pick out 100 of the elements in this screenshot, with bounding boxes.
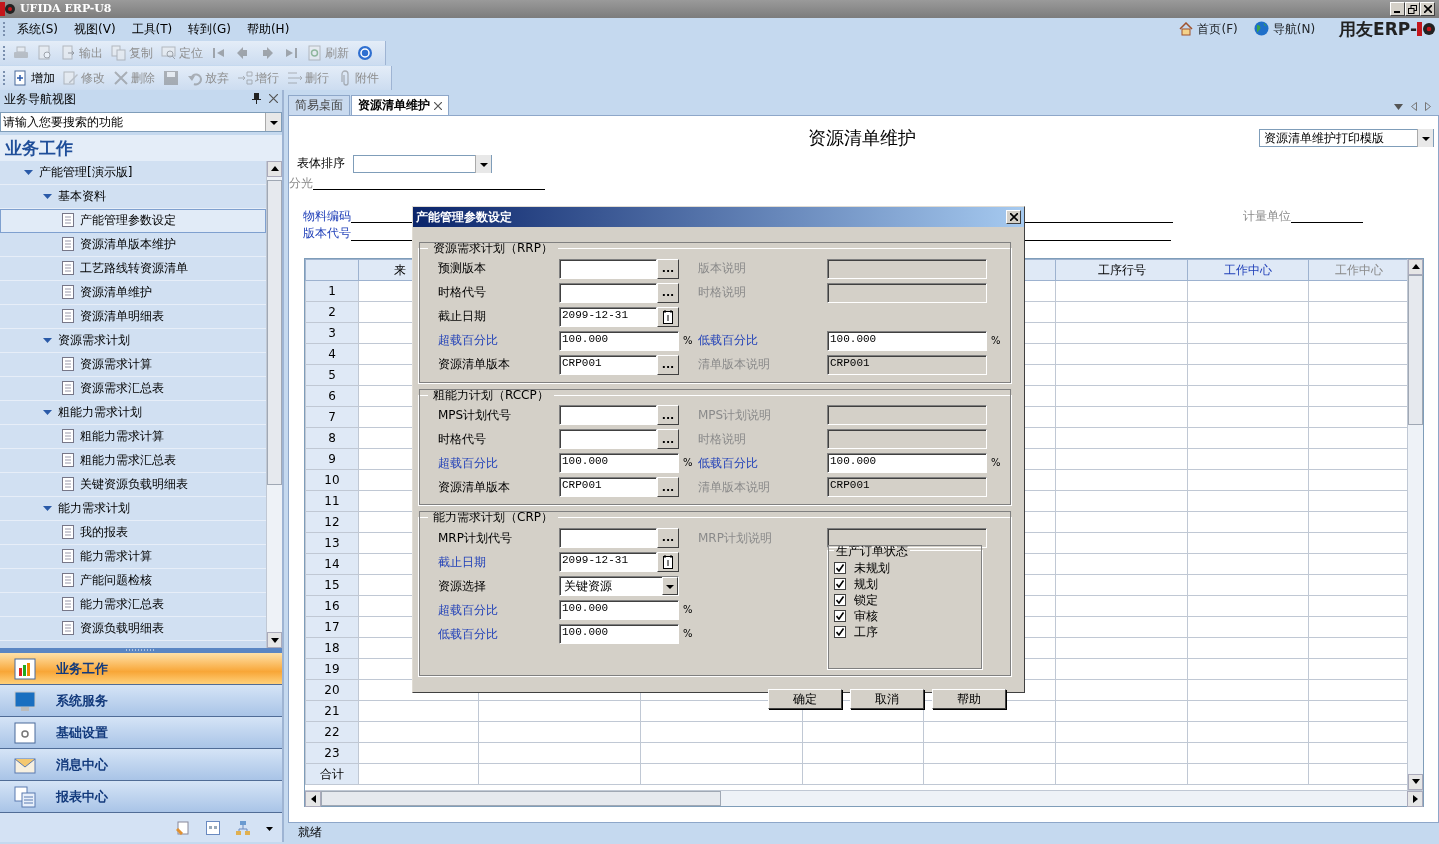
tree-item[interactable]: 我的报表 <box>0 520 266 545</box>
tree-item[interactable]: 粗能力需求计划 <box>0 400 266 425</box>
tree-item[interactable]: 基本资料 <box>0 184 266 209</box>
lookup-button[interactable]: ... <box>657 429 679 450</box>
tree-item[interactable]: 产能管理[演示版] <box>0 160 266 185</box>
input-field[interactable]: 100.000 <box>827 453 987 474</box>
field-label: 超载百分比 <box>438 602 498 617</box>
readonly-field: CRP001 <box>827 354 987 375</box>
calendar-button[interactable] <box>657 306 679 327</box>
dropdown-field[interactable]: 关键资源 <box>559 575 679 596</box>
tree-item[interactable]: 资源清单版本维护 <box>0 232 266 257</box>
tree-item[interactable]: 资源需求计划 <box>0 328 266 353</box>
dialog-button[interactable]: 确定 <box>768 688 842 709</box>
input-field[interactable] <box>559 429 657 450</box>
tree-toggle-icon[interactable] <box>24 167 33 177</box>
print-template-select[interactable]: 资源清单维护打印模版 <box>1259 128 1434 147</box>
input-field[interactable]: 100.000 <box>559 453 679 474</box>
menu-item[interactable]: 工具(T) <box>123 21 181 37</box>
header-link[interactable]: 首页(F) <box>1179 21 1238 37</box>
close-icon[interactable] <box>434 101 442 110</box>
nav-section-button[interactable]: 报表中心 <box>0 781 282 814</box>
tree-toggle-icon[interactable] <box>43 191 52 201</box>
tab[interactable]: 资源清单维护 <box>351 95 449 115</box>
header-link[interactable]: 导航(N) <box>1253 21 1316 37</box>
checkbox[interactable] <box>834 626 846 639</box>
field-label: 表体排序 <box>297 156 345 171</box>
input-field[interactable]: 2099-12-31 <box>559 551 657 572</box>
tree-toggle-icon[interactable] <box>43 407 52 417</box>
grid-icon[interactable] <box>206 820 220 835</box>
checkbox[interactable] <box>834 578 846 591</box>
input-field[interactable] <box>559 282 657 303</box>
close-icon[interactable] <box>269 94 278 104</box>
input-field[interactable]: 100.000 <box>559 599 679 620</box>
note-icon[interactable] <box>176 820 190 835</box>
status-text: 就绪 <box>298 825 322 840</box>
scrollbar[interactable] <box>266 160 282 649</box>
restore-icon <box>1408 4 1417 14</box>
lookup-button[interactable]: ... <box>657 527 679 548</box>
menu-item[interactable]: 视图(V) <box>66 21 124 37</box>
minimize-button[interactable] <box>1390 2 1405 16</box>
input-field[interactable] <box>559 405 657 426</box>
checkbox[interactable] <box>834 610 846 623</box>
calendar-button[interactable] <box>657 551 679 572</box>
close-button[interactable] <box>1006 210 1021 224</box>
tree-item[interactable]: 产能管理参数设定 <box>0 208 266 233</box>
dialog-button[interactable]: 取消 <box>850 688 924 709</box>
menu-item[interactable]: 转到(G) <box>180 21 239 37</box>
tree-toggle-icon[interactable] <box>43 335 52 345</box>
tree-toggle-icon[interactable] <box>43 503 52 513</box>
input-field[interactable]: 100.000 <box>827 330 987 351</box>
tree-item[interactable]: 粗能力需求计算 <box>0 424 266 449</box>
menu-item[interactable]: 帮助(H) <box>238 21 298 37</box>
scrollbar[interactable] <box>305 789 1423 806</box>
input-field[interactable]: 100.000 <box>559 330 679 351</box>
dropdown-button[interactable] <box>265 112 281 131</box>
tab[interactable]: 简易桌面 <box>288 95 350 115</box>
tree-item[interactable]: 工艺路线转资源清单 <box>0 256 266 281</box>
row-number: 4 <box>328 346 336 361</box>
tree-item[interactable]: 关键资源负载明细表 <box>0 472 266 497</box>
lookup-button[interactable]: ... <box>657 477 679 498</box>
report-icon <box>14 785 36 808</box>
tree-item[interactable]: 能力需求汇总表 <box>0 592 266 617</box>
lookup-button[interactable]: ... <box>657 405 679 426</box>
tree-item[interactable]: 产能问题检核 <box>0 568 266 593</box>
tree-item[interactable]: 能力需求计划 <box>0 496 266 521</box>
scroll-right-icon[interactable] <box>1425 102 1431 111</box>
dialog-button[interactable]: 帮助 <box>932 688 1006 709</box>
tree-item[interactable]: 粗能力需求汇总表 <box>0 448 266 473</box>
input-field[interactable]: 2099-12-31 <box>559 306 657 327</box>
nav-section-button[interactable]: 业务工作 <box>0 653 282 686</box>
close-button[interactable] <box>1420 2 1435 16</box>
input-field[interactable]: CRP001 <box>559 477 657 498</box>
lookup-button[interactable]: ... <box>657 354 679 375</box>
tree-item[interactable]: 资源需求计算 <box>0 352 266 377</box>
input-field[interactable] <box>559 527 657 548</box>
row-number: 7 <box>328 409 336 424</box>
scrollbar[interactable] <box>1407 258 1423 790</box>
nav-section-button[interactable]: 系统服务 <box>0 685 282 718</box>
input-field[interactable]: 100.000 <box>559 623 679 644</box>
restore-button[interactable] <box>1405 2 1420 16</box>
checkbox[interactable] <box>834 562 846 575</box>
row-number: 11 <box>324 493 340 508</box>
tree-item[interactable]: 资源清单明细表 <box>0 304 266 329</box>
toolbar-button[interactable]: 增加 <box>9 70 59 86</box>
nav-section-button[interactable]: 消息中心 <box>0 749 282 782</box>
tree-item[interactable]: 能力需求计算 <box>0 544 266 569</box>
lookup-button[interactable]: ... <box>657 282 679 303</box>
tree-item[interactable]: 资源需求汇总表 <box>0 376 266 401</box>
tree-item[interactable]: 资源清单维护 <box>0 280 266 305</box>
checkbox[interactable] <box>834 594 846 607</box>
lookup-button[interactable]: ... <box>657 258 679 279</box>
tree-item[interactable]: 资源负载明细表 <box>0 616 266 641</box>
search-box[interactable]: 请输入您要搜索的功能 <box>0 111 282 132</box>
scroll-left-icon[interactable] <box>1411 102 1417 111</box>
search-field[interactable]: 请输入您要搜索的功能 <box>1 114 265 130</box>
pin-icon[interactable] <box>252 93 261 105</box>
menu-item[interactable]: 系统(S) <box>9 21 66 37</box>
input-field[interactable]: CRP001 <box>559 354 657 375</box>
nav-section-button[interactable]: 基础设置 <box>0 717 282 750</box>
input-field[interactable] <box>559 258 657 279</box>
